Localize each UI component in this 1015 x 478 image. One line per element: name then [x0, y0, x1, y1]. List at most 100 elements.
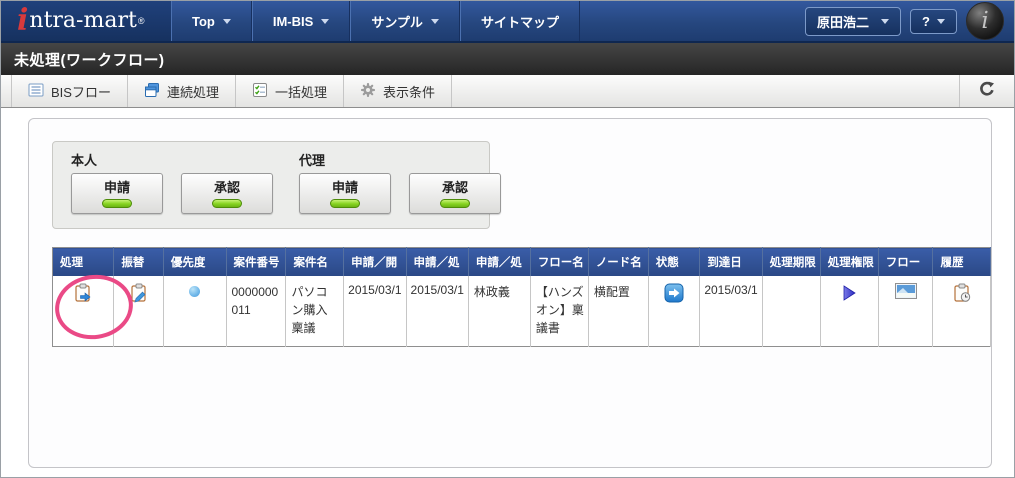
page-title: 未処理(ワークフロー) [14, 51, 165, 69]
deadline-cell [762, 276, 821, 346]
col-header-case-name: 案件名 [285, 247, 345, 276]
table-header-row: 処理 振替 優先度 案件番号 案件名 申請／開 申請／処 申請／処 フロー名 ノ… [52, 247, 991, 276]
registered-mark: ® [137, 16, 145, 26]
nav-item-label: サイトマップ [480, 14, 559, 30]
col-header-apply-process: 申請／処 [406, 247, 469, 276]
applicant-cell: 林政義 [468, 276, 531, 346]
filter-button-label: 申請 [331, 180, 358, 195]
node-name-cell: 横配置 [588, 276, 649, 346]
case-number-cell: 0000000011 [226, 276, 287, 346]
green-led-indicator-icon [102, 199, 132, 208]
chevron-down-icon [430, 18, 439, 24]
refresh-button[interactable] [959, 75, 1014, 107]
logo-i-glyph: i [17, 3, 29, 38]
green-led-indicator-icon [212, 199, 242, 208]
col-header-flow: フロー [878, 247, 934, 276]
proxy-apply-button[interactable]: 申請 [299, 173, 391, 214]
chevron-down-icon [222, 18, 231, 24]
play-triangle-icon [842, 285, 856, 304]
task-table: 処理 振替 優先度 案件番号 案件名 申請／開 申請／処 申請／処 フロー名 ノ… [52, 247, 991, 347]
col-header-process: 処理 [52, 247, 115, 276]
authority-cell [820, 276, 879, 346]
bis-flow-button[interactable]: BISフロー [11, 75, 128, 107]
refresh-icon [979, 81, 995, 102]
col-header-priority: 優先度 [163, 247, 227, 276]
nav-item-sample[interactable]: サンプル [350, 1, 460, 41]
col-header-history: 履歴 [932, 247, 991, 276]
green-led-indicator-icon [440, 199, 470, 208]
list-icon [28, 82, 44, 101]
flow-cell [878, 276, 934, 346]
col-header-arrival-date: 到達日 [699, 247, 763, 276]
checklist-icon [252, 82, 268, 101]
nav-item-top[interactable]: Top [171, 1, 252, 41]
help-menu-button[interactable]: ? [910, 8, 957, 34]
flow-image-icon[interactable] [894, 283, 917, 302]
nav-item-sitemap[interactable]: サイトマップ [459, 1, 580, 41]
history-cell [932, 276, 991, 346]
table-row: 0000000011 パソコン購入稟議 2015/03/1 2015/03/1 … [52, 276, 991, 346]
filter-button-label: 承認 [213, 180, 240, 195]
nav-item-label: IM-BIS [272, 13, 314, 29]
apply-start-date-cell: 2015/03/1 [343, 276, 407, 346]
user-menu-button[interactable]: 原田浩二 [805, 6, 902, 36]
toolbar: BISフロー 連続処理 一括処理 表示条件 [1, 75, 1014, 108]
toolbar-button-label: BISフロー [51, 84, 111, 100]
col-header-transfer: 振替 [113, 247, 164, 276]
intra-mart-badge-icon[interactable]: i [966, 2, 1004, 40]
col-header-node-name: ノード名 [588, 247, 649, 276]
blue-arrow-badge-icon [664, 283, 684, 306]
badge-glyph: i [981, 8, 989, 34]
batch-process-button[interactable]: 一括処理 [236, 75, 344, 107]
apply-process-date-cell: 2015/03/1 [406, 276, 469, 346]
filter-group-self: 本人 申請 承認 [71, 150, 273, 214]
toolbar-button-label: 一括処理 [274, 84, 327, 100]
nav-item-label: サンプル [371, 14, 423, 30]
user-name: 原田浩二 [817, 14, 870, 30]
cascade-windows-icon [144, 82, 160, 101]
col-header-case-number: 案件番号 [226, 247, 287, 276]
proxy-approve-button[interactable]: 承認 [409, 173, 501, 214]
nav-item-im-bis[interactable]: IM-BIS [251, 1, 351, 41]
blue-dot-icon [189, 286, 201, 297]
col-header-status: 状態 [648, 247, 701, 276]
clipboard-forward-icon[interactable] [73, 283, 93, 306]
title-bar: 未処理(ワークフロー) [1, 43, 1014, 75]
display-conditions-button[interactable]: 表示条件 [344, 75, 453, 107]
chevron-down-icon [881, 18, 890, 24]
toolbar-button-label: 連続処理 [166, 84, 219, 100]
nav-right: 原田浩二 ? i [805, 1, 1014, 41]
flow-name-cell: 【ハンズオン】稟議書 [530, 276, 589, 346]
content-panel: 本人 申請 承認 代理 申請 承認 処理 振替 優先度 案件番号 案件名 申請／… [28, 118, 992, 468]
self-apply-button[interactable]: 申請 [71, 173, 163, 214]
priority-cell [163, 276, 227, 346]
filter-group-label: 代理 [299, 153, 326, 168]
filter-button-label: 申請 [103, 180, 130, 195]
col-header-apply-start: 申請／開 [343, 247, 407, 276]
transfer-cell [113, 276, 164, 346]
case-name-cell: パソコン購入稟議 [285, 276, 345, 346]
self-approve-button[interactable]: 承認 [181, 173, 273, 214]
col-header-applicant: 申請／処 [468, 247, 531, 276]
filter-group-proxy: 代理 申請 承認 [299, 150, 501, 214]
intra-mart-logo[interactable]: i ntra-mart ® [1, 1, 171, 41]
col-header-authority: 処理権限 [820, 247, 879, 276]
col-header-flow-name: フロー名 [530, 247, 589, 276]
arrival-date-cell: 2015/03/1 [699, 276, 763, 346]
chevron-down-icon [321, 18, 330, 24]
gear-icon [360, 82, 376, 101]
nav-item-label: Top [192, 13, 215, 29]
top-nav: i ntra-mart ® Top IM-BIS サンプル サイトマップ 原田浩二 [1, 1, 1014, 43]
col-header-deadline: 処理期限 [762, 247, 821, 276]
app-window: i ntra-mart ® Top IM-BIS サンプル サイトマップ 原田浩二 [0, 0, 1015, 478]
filter-panel: 本人 申請 承認 代理 申請 承認 [52, 141, 501, 229]
filter-button-label: 承認 [441, 180, 468, 195]
filter-group-label: 本人 [71, 153, 98, 168]
status-cell [648, 276, 701, 346]
clipboard-edit-icon[interactable] [129, 283, 149, 306]
logo-text: ntra-mart [29, 8, 137, 33]
toolbar-button-label: 表示条件 [383, 84, 436, 100]
clipboard-clock-icon[interactable] [952, 283, 972, 306]
continuous-process-button[interactable]: 連続処理 [128, 75, 236, 107]
process-cell [52, 276, 115, 346]
